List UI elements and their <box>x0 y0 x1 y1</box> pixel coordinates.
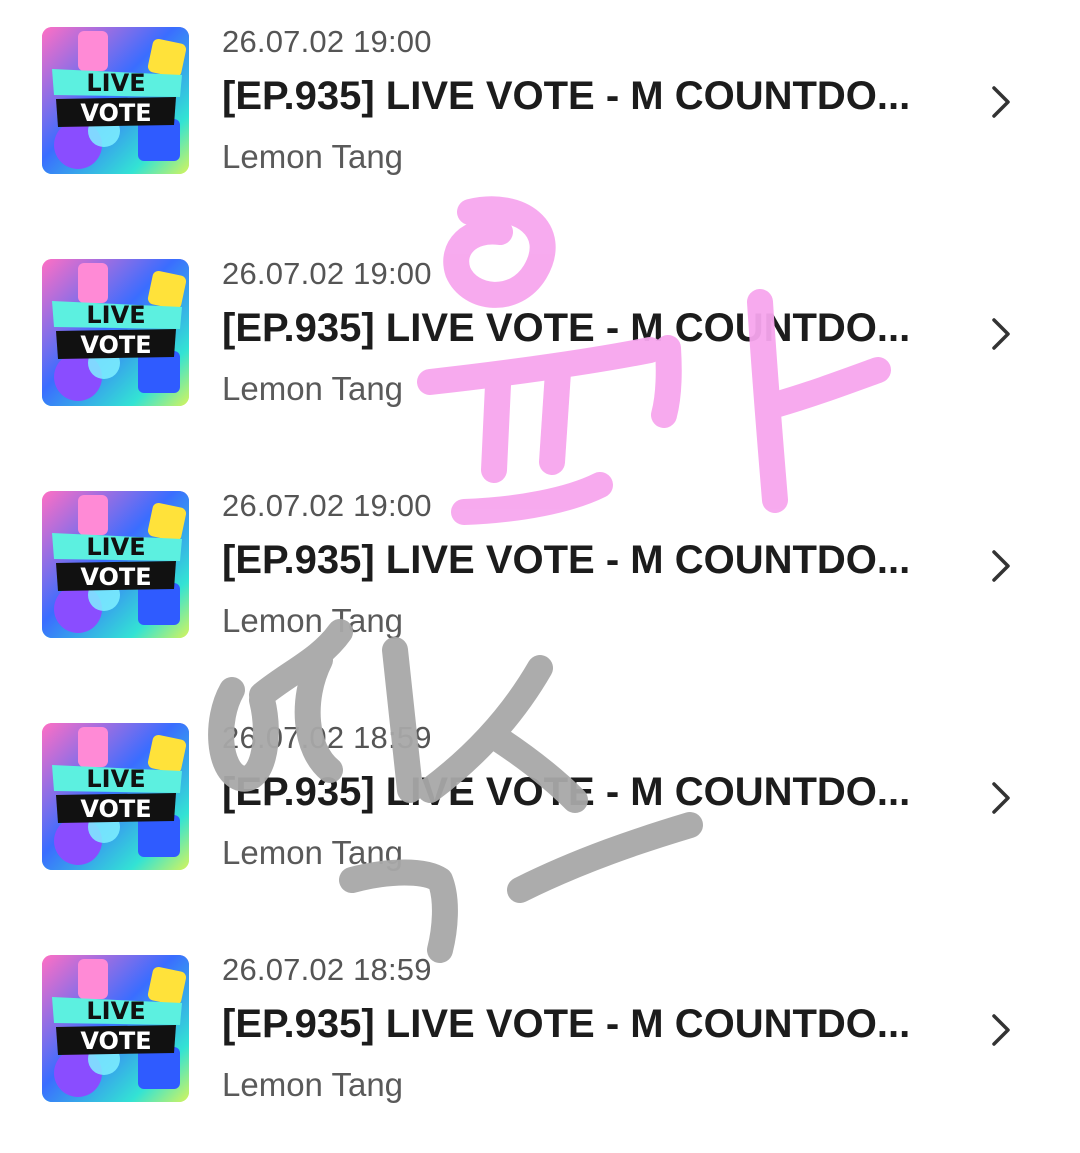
list-item[interactable]: LIVE VOTE 26.07.02 19:00 [EP.935] LIVE V… <box>0 232 1080 432</box>
svg-text:LIVE: LIVE <box>86 765 145 793</box>
item-timestamp: 26.07.02 19:00 <box>222 488 432 523</box>
item-author: Lemon Tang <box>222 138 404 175</box>
item-timestamp: 26.07.02 19:00 <box>222 24 432 59</box>
chevron-right-icon[interactable] <box>986 546 1016 586</box>
item-timestamp: 26.07.02 18:59 <box>222 720 432 755</box>
list-item[interactable]: LIVE VOTE 26.07.02 18:59 [EP.935] LIVE V… <box>0 928 1080 1128</box>
live-vote-thumbnail: LIVE VOTE <box>42 723 189 870</box>
list-item[interactable]: LIVE VOTE 26.07.02 18:59 [EP.935] LIVE V… <box>0 696 1080 896</box>
item-title: [EP.935] LIVE VOTE - M COUNTDO... <box>222 770 911 814</box>
item-title: [EP.935] LIVE VOTE - M COUNTDO... <box>222 1002 911 1046</box>
chevron-right-icon[interactable] <box>986 1010 1016 1050</box>
list-item[interactable]: LIVE VOTE 26.07.02 19:00 [EP.935] LIVE V… <box>0 464 1080 664</box>
live-vote-thumbnail: LIVE VOTE <box>42 491 189 638</box>
live-vote-thumbnail: LIVE VOTE <box>42 259 189 406</box>
item-title: [EP.935] LIVE VOTE - M COUNTDO... <box>222 538 911 582</box>
item-timestamp: 26.07.02 18:59 <box>222 952 432 987</box>
live-vote-thumbnail: LIVE VOTE <box>42 27 189 174</box>
item-author: Lemon Tang <box>222 1066 404 1103</box>
svg-text:LIVE: LIVE <box>86 997 145 1025</box>
svg-text:VOTE: VOTE <box>80 99 151 127</box>
chevron-right-icon[interactable] <box>986 314 1016 354</box>
live-vote-thumbnail: LIVE VOTE <box>42 955 189 1102</box>
svg-text:VOTE: VOTE <box>80 331 151 359</box>
list-item[interactable]: LIVE VOTE 26.07.02 19:00 [EP.935] LIVE V… <box>0 0 1080 200</box>
svg-text:VOTE: VOTE <box>80 795 151 823</box>
item-author: Lemon Tang <box>222 602 404 639</box>
item-author: Lemon Tang <box>222 834 404 871</box>
svg-text:LIVE: LIVE <box>86 533 145 561</box>
item-title: [EP.935] LIVE VOTE - M COUNTDO... <box>222 306 911 350</box>
svg-text:VOTE: VOTE <box>80 563 151 591</box>
item-timestamp: 26.07.02 19:00 <box>222 256 432 291</box>
item-author: Lemon Tang <box>222 370 404 407</box>
svg-text:VOTE: VOTE <box>80 1027 151 1055</box>
chevron-right-icon[interactable] <box>986 82 1016 122</box>
svg-text:LIVE: LIVE <box>86 301 145 329</box>
item-title: [EP.935] LIVE VOTE - M COUNTDO... <box>222 74 911 118</box>
chevron-right-icon[interactable] <box>986 778 1016 818</box>
svg-text:LIVE: LIVE <box>86 69 145 97</box>
